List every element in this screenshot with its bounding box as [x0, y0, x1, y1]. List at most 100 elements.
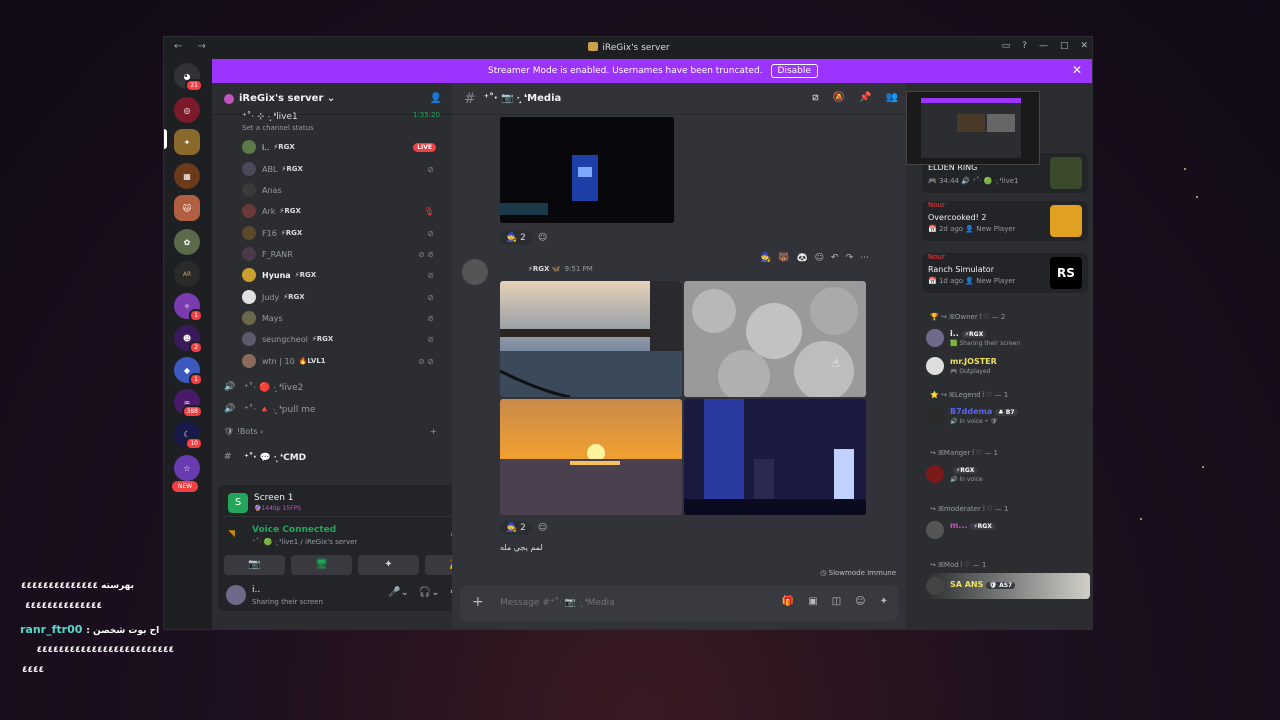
close-icon[interactable]: ✕	[1072, 63, 1082, 77]
member-row[interactable]: ⚡RGX 🔊 In voice	[926, 463, 1090, 485]
avatar[interactable]	[226, 585, 246, 605]
reaction-chip[interactable]: 🧙 2	[500, 231, 532, 245]
mouse-cursor-icon: ☝	[832, 356, 840, 370]
server-icon-8[interactable]: ☻ 2	[174, 325, 203, 354]
voice-member[interactable]: Anas	[242, 180, 442, 200]
add-reaction-icon[interactable]: ☺	[538, 523, 547, 533]
activity-card[interactable]: Nour Overcooked! 2 📅 2d ago 👤 New Player	[922, 201, 1088, 241]
member-row[interactable]: SA ANS 🛡 AS7	[926, 573, 1090, 599]
pin-icon[interactable]: 📌	[859, 92, 871, 103]
voice-member[interactable]: F_RANR ⊘ ⊘	[242, 244, 442, 264]
reaction-chip[interactable]: 🧙 2	[500, 521, 532, 535]
server-icon-10[interactable]: ∞ 388	[174, 389, 203, 418]
server-icon-3[interactable]: ▦	[174, 163, 200, 189]
minimize-button[interactable]: —	[1039, 41, 1048, 51]
server-icon-7[interactable]: ✧ 1	[174, 293, 203, 322]
attach-icon[interactable]: +	[472, 594, 484, 610]
server-icon-current[interactable]: ✦	[174, 129, 200, 155]
reply-icon[interactable]: ↶	[831, 253, 839, 263]
avatar	[926, 329, 944, 347]
stream-quality: 🔮1440p 15FPS	[254, 505, 301, 512]
media-image-city[interactable]	[684, 399, 866, 515]
mic-icon[interactable]: 🎤⌄	[388, 587, 409, 598]
media-image-pool[interactable]	[500, 281, 682, 397]
voice-member[interactable]: ABL ⚡RGX ⊘	[242, 159, 442, 179]
member-status: 🎮 Outplayed	[950, 368, 991, 375]
member-row[interactable]: mr.JOSTER 🎮 Outplayed	[926, 355, 1090, 377]
discord-home-icon[interactable]: ◕ 21	[174, 63, 203, 92]
header-icons: ⧄ 🔕 📌 👥	[812, 92, 898, 103]
invite-icon[interactable]: 👤	[430, 93, 442, 104]
voice-member[interactable]: wtn | 10 🔥LVL1 ⊘ ⊘	[242, 351, 442, 371]
threads-icon[interactable]: ⧄	[812, 92, 818, 103]
inbox-icon[interactable]: ▭	[1002, 41, 1011, 51]
voice-member[interactable]: Hyuna ⚡RGX ⊘	[242, 265, 442, 285]
voice-member[interactable]: Judy ⚡RGX ⊘	[242, 287, 442, 307]
member-status: 🟩 Sharing their screen	[950, 340, 1021, 347]
server-icon-9[interactable]: ◆ 1	[174, 357, 203, 386]
channel-status[interactable]: Set a channel status	[242, 124, 314, 132]
voice-member[interactable]: seungcheol ⚡RGX ⊘	[242, 329, 442, 349]
more-icon[interactable]: ⋯	[860, 253, 869, 263]
quick-reaction-1[interactable]: 🧙	[760, 253, 771, 263]
user-name[interactable]: i..	[252, 585, 260, 595]
media-image-sunset[interactable]	[500, 399, 682, 515]
voice-member[interactable]: Mays ⊘	[242, 308, 442, 328]
avatar[interactable]	[462, 259, 488, 285]
server-icon-11[interactable]: ☾ 10	[174, 421, 203, 450]
quick-reaction-3[interactable]: 🐼	[796, 253, 807, 263]
overlay-line-2: ٤٤٤٤٤٤٤٤٤٤٤٤٤٤	[25, 601, 102, 611]
close-button[interactable]: ✕	[1080, 41, 1088, 51]
activity-card[interactable]: Nour Ranch Simulator 📅 1d ago 👤 New Player…	[922, 253, 1088, 293]
server-icon-4[interactable]: 🐱	[174, 195, 200, 221]
voice-connected-label[interactable]: Voice Connected	[252, 525, 336, 535]
help-icon[interactable]: ?	[1022, 41, 1027, 51]
member-row[interactable]: i.. ⚡RGX 🟩 Sharing their screen	[926, 327, 1090, 349]
gif-icon[interactable]: ▣	[808, 596, 817, 607]
gift-icon[interactable]: 🎁	[782, 596, 794, 607]
headphones-icon[interactable]: 🎧⌄	[419, 587, 440, 598]
author-tag[interactable]: ⚡RGX 🦋	[528, 265, 561, 273]
voice-member[interactable]: i.. ⚡RGX LIVE	[242, 137, 442, 157]
emoji-icon[interactable]: ☺	[855, 596, 865, 607]
speaker-icon: 🔊	[224, 382, 236, 392]
voice-channel-pullme[interactable]: 🔊 ⁺˚‧ 🔺 ·̩͙ ❛pull me	[224, 399, 444, 419]
forward-icon[interactable]: ↷	[846, 253, 854, 263]
voice-channel-live2[interactable]: 🔊 ⁺˚‧ 🔴 ·̩͙ ❛live2	[224, 377, 444, 397]
add-reaction-icon[interactable]: ☺	[815, 253, 824, 263]
voice-connected-sub[interactable]: ⁺˚‧ 🟢 ·̩͙ ❛live1 / iReGix's server	[252, 538, 357, 546]
member-tag: ⚡RGX	[283, 293, 305, 301]
member-row[interactable]: B7ddema ♣ B7 🔊 In voice • 🛡	[926, 405, 1090, 427]
screen-share-button[interactable]: 🖥	[291, 555, 352, 575]
signal-icon[interactable]: ◥	[228, 529, 235, 539]
members-icon[interactable]: 👥	[886, 92, 898, 103]
server-icon-1[interactable]: ◎	[174, 97, 200, 123]
member-row[interactable]: m... ⚡RGX	[926, 519, 1090, 541]
channel-header: # ⁺˚‧ 📷 ·̩͙ ❛Media ⧄ 🔕 📌 👥	[452, 83, 906, 115]
voice-member[interactable]: Ark ⚡RGX 🎙	[242, 201, 442, 221]
category-bots[interactable]: 🛡 !Bots › +	[224, 427, 437, 436]
notification-icon[interactable]: 🔕	[833, 92, 845, 103]
message-input[interactable]	[500, 594, 740, 612]
add-reaction-icon[interactable]: ☺	[538, 233, 547, 243]
sticker-icon[interactable]: ◫	[832, 596, 841, 607]
quick-reaction-2[interactable]: 🐻	[778, 253, 789, 263]
reply-preview[interactable]: لمم يجي مله	[500, 543, 543, 552]
user-controls: 🎤⌄🎧⌄⚙	[388, 587, 459, 598]
voice-member[interactable]: F16 ⚡RGX ⊘	[242, 223, 442, 243]
server-icon-12[interactable]: ☆	[174, 455, 200, 481]
window-title: iReGix's server	[164, 42, 1092, 53]
server-icon-team[interactable]: AR	[174, 261, 200, 287]
activities-button[interactable]: ✦	[358, 555, 419, 575]
apps-icon[interactable]: ✦	[880, 596, 888, 607]
text-channel-cmd[interactable]: # ⁺˚‧ 💬 ·̩͙ ❛CMD	[224, 447, 444, 467]
voice-channel-live1[interactable]: ⁺˚‧ ⊹ ·̩͙ ❛live1	[242, 111, 298, 122]
maximize-button[interactable]: □	[1060, 41, 1069, 51]
add-channel-icon[interactable]: +	[430, 427, 437, 436]
stream-preview-thumbnail[interactable]	[906, 91, 1040, 165]
server-icon-5[interactable]: ✿	[174, 229, 200, 255]
camera-button[interactable]: 📷	[224, 555, 285, 575]
media-image-stones[interactable]	[684, 281, 866, 397]
media-image-top[interactable]	[500, 117, 674, 223]
disable-button[interactable]: Disable	[770, 64, 818, 78]
